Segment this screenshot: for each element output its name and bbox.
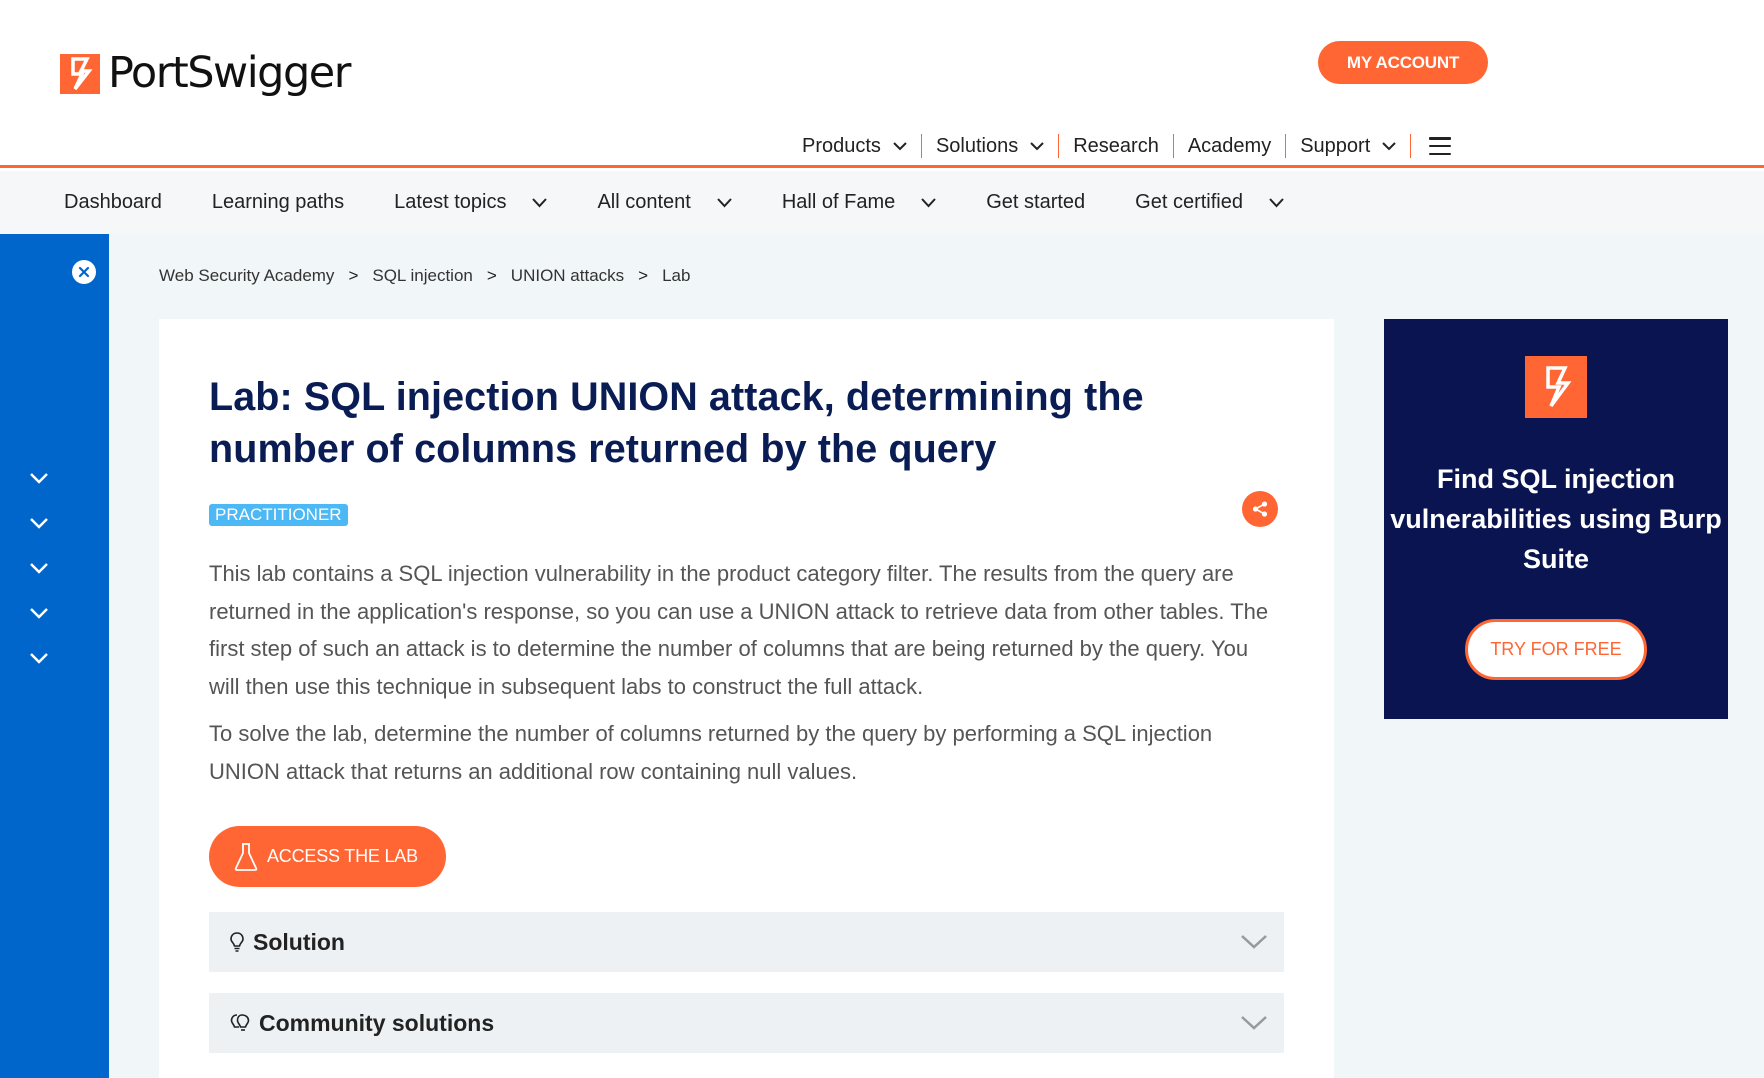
ad-headline: Find SQL injection vulnerabilities using…: [1390, 464, 1722, 574]
chevron-down-icon: [532, 197, 548, 207]
brand-name: PortSwigger: [108, 48, 351, 98]
lightbulbs-icon: [230, 1014, 250, 1031]
chevron-down-icon: [717, 197, 732, 207]
access-lab-button[interactable]: ACCESS THE LAB: [209, 826, 446, 887]
subnav-hall-of-fame-label: Hall of Fame: [781, 191, 896, 213]
access-lab-label: ACCESS THE LAB: [267, 846, 418, 866]
breadcrumb-sql-injection[interactable]: SQL injection: [372, 266, 472, 286]
academy-subnav: Dashboard Learning paths Latest topics A…: [0, 171, 1764, 234]
nav-academy-label: Academy: [1187, 134, 1272, 157]
solution-accordion[interactable]: Solution: [209, 912, 1284, 972]
nav-solutions[interactable]: Solutions: [922, 134, 1060, 158]
chevron-down-icon[interactable]: [28, 651, 50, 665]
chevron-down-icon[interactable]: [28, 561, 50, 575]
page-title: Lab: SQL injection UNION attack, determi…: [209, 375, 1144, 471]
share-icon: [1252, 501, 1268, 517]
nav-solutions-label: Solutions: [935, 134, 1019, 157]
burp-suite-ad: Find SQL injection vulnerabilities using…: [1384, 319, 1728, 719]
breadcrumb-separator: >: [486, 266, 497, 285]
chevron-down-icon[interactable]: [28, 471, 50, 485]
subnav-get-certified-label: Get certified: [1135, 191, 1243, 213]
nav-support-label: Support: [1300, 134, 1371, 157]
subnav-get-started-label: Get started: [986, 191, 1086, 213]
portswigger-logo-icon: [60, 53, 100, 94]
hamburger-icon: [1429, 137, 1452, 155]
subnav-learning-paths-label: Learning paths: [211, 191, 345, 213]
subnav-all-content-label: All content: [597, 191, 691, 213]
nav-support[interactable]: Support: [1286, 134, 1412, 158]
menu-button[interactable]: [1411, 134, 1465, 158]
share-button[interactable]: [1242, 491, 1278, 527]
breadcrumb-separator: >: [348, 266, 359, 285]
breadcrumb-union-attacks[interactable]: UNION attacks: [511, 266, 624, 286]
academy-sidebar: [0, 234, 109, 1078]
breadcrumb: Web Security Academy > SQL injection > U…: [159, 266, 690, 286]
nav-research-label: Research: [1073, 134, 1159, 157]
site-header: PortSwigger MY ACCOUNT Products Solution…: [0, 0, 1764, 168]
close-icon[interactable]: [72, 260, 96, 284]
lightbulb-icon: [230, 932, 244, 952]
portswigger-logo[interactable]: PortSwigger: [60, 48, 351, 98]
nav-academy[interactable]: Academy: [1174, 134, 1287, 158]
chevron-down-icon: [921, 197, 936, 207]
solution-label: Solution: [253, 928, 345, 955]
chevron-down-icon: [1241, 935, 1267, 949]
subnav-all-content[interactable]: All content: [597, 191, 732, 214]
chevron-down-icon[interactable]: [28, 606, 50, 620]
subnav-get-started[interactable]: Get started: [986, 191, 1085, 214]
community-solutions-accordion[interactable]: Community solutions: [209, 993, 1284, 1053]
lab-description: This lab contains a SQL injection vulner…: [209, 561, 1269, 699]
nav-products[interactable]: Products: [788, 134, 922, 158]
breadcrumb-web-security-academy[interactable]: Web Security Academy: [159, 266, 334, 286]
chevron-down-icon: [1269, 197, 1284, 207]
subnav-hall-of-fame[interactable]: Hall of Fame: [782, 191, 936, 214]
nav-products-label: Products: [802, 134, 881, 157]
breadcrumb-lab[interactable]: Lab: [662, 266, 690, 286]
chevron-down-icon: [1382, 141, 1396, 150]
level-badge: PRACTITIONER: [209, 504, 348, 526]
chevron-down-icon: [893, 141, 907, 150]
nav-research[interactable]: Research: [1059, 134, 1174, 158]
chevron-down-icon[interactable]: [28, 516, 50, 530]
chevron-down-icon: [1241, 1016, 1267, 1030]
subnav-dashboard[interactable]: Dashboard: [64, 191, 162, 214]
burp-logo-icon: [1525, 356, 1587, 418]
lab-objective: To solve the lab, determine the number o…: [209, 721, 1213, 784]
my-account-button[interactable]: MY ACCOUNT: [1318, 41, 1488, 84]
subnav-latest-topics-label: Latest topics: [394, 191, 507, 213]
community-solutions-label: Community solutions: [259, 1009, 495, 1036]
flask-icon: [234, 842, 258, 871]
main-content: Web Security Academy > SQL injection > U…: [109, 234, 1764, 1078]
subnav-learning-paths[interactable]: Learning paths: [212, 191, 344, 214]
subnav-latest-topics[interactable]: Latest topics: [394, 191, 548, 214]
top-navigation: Products Solutions Research Academy Supp…: [788, 129, 1465, 163]
subnav-get-certified[interactable]: Get certified: [1135, 191, 1284, 214]
lab-card: Lab: SQL injection UNION attack, determi…: [159, 319, 1334, 1078]
try-for-free-button[interactable]: TRY FOR FREE: [1465, 619, 1647, 680]
breadcrumb-separator: >: [638, 266, 649, 285]
subnav-dashboard-label: Dashboard: [64, 191, 162, 213]
chevron-down-icon: [1030, 141, 1044, 150]
